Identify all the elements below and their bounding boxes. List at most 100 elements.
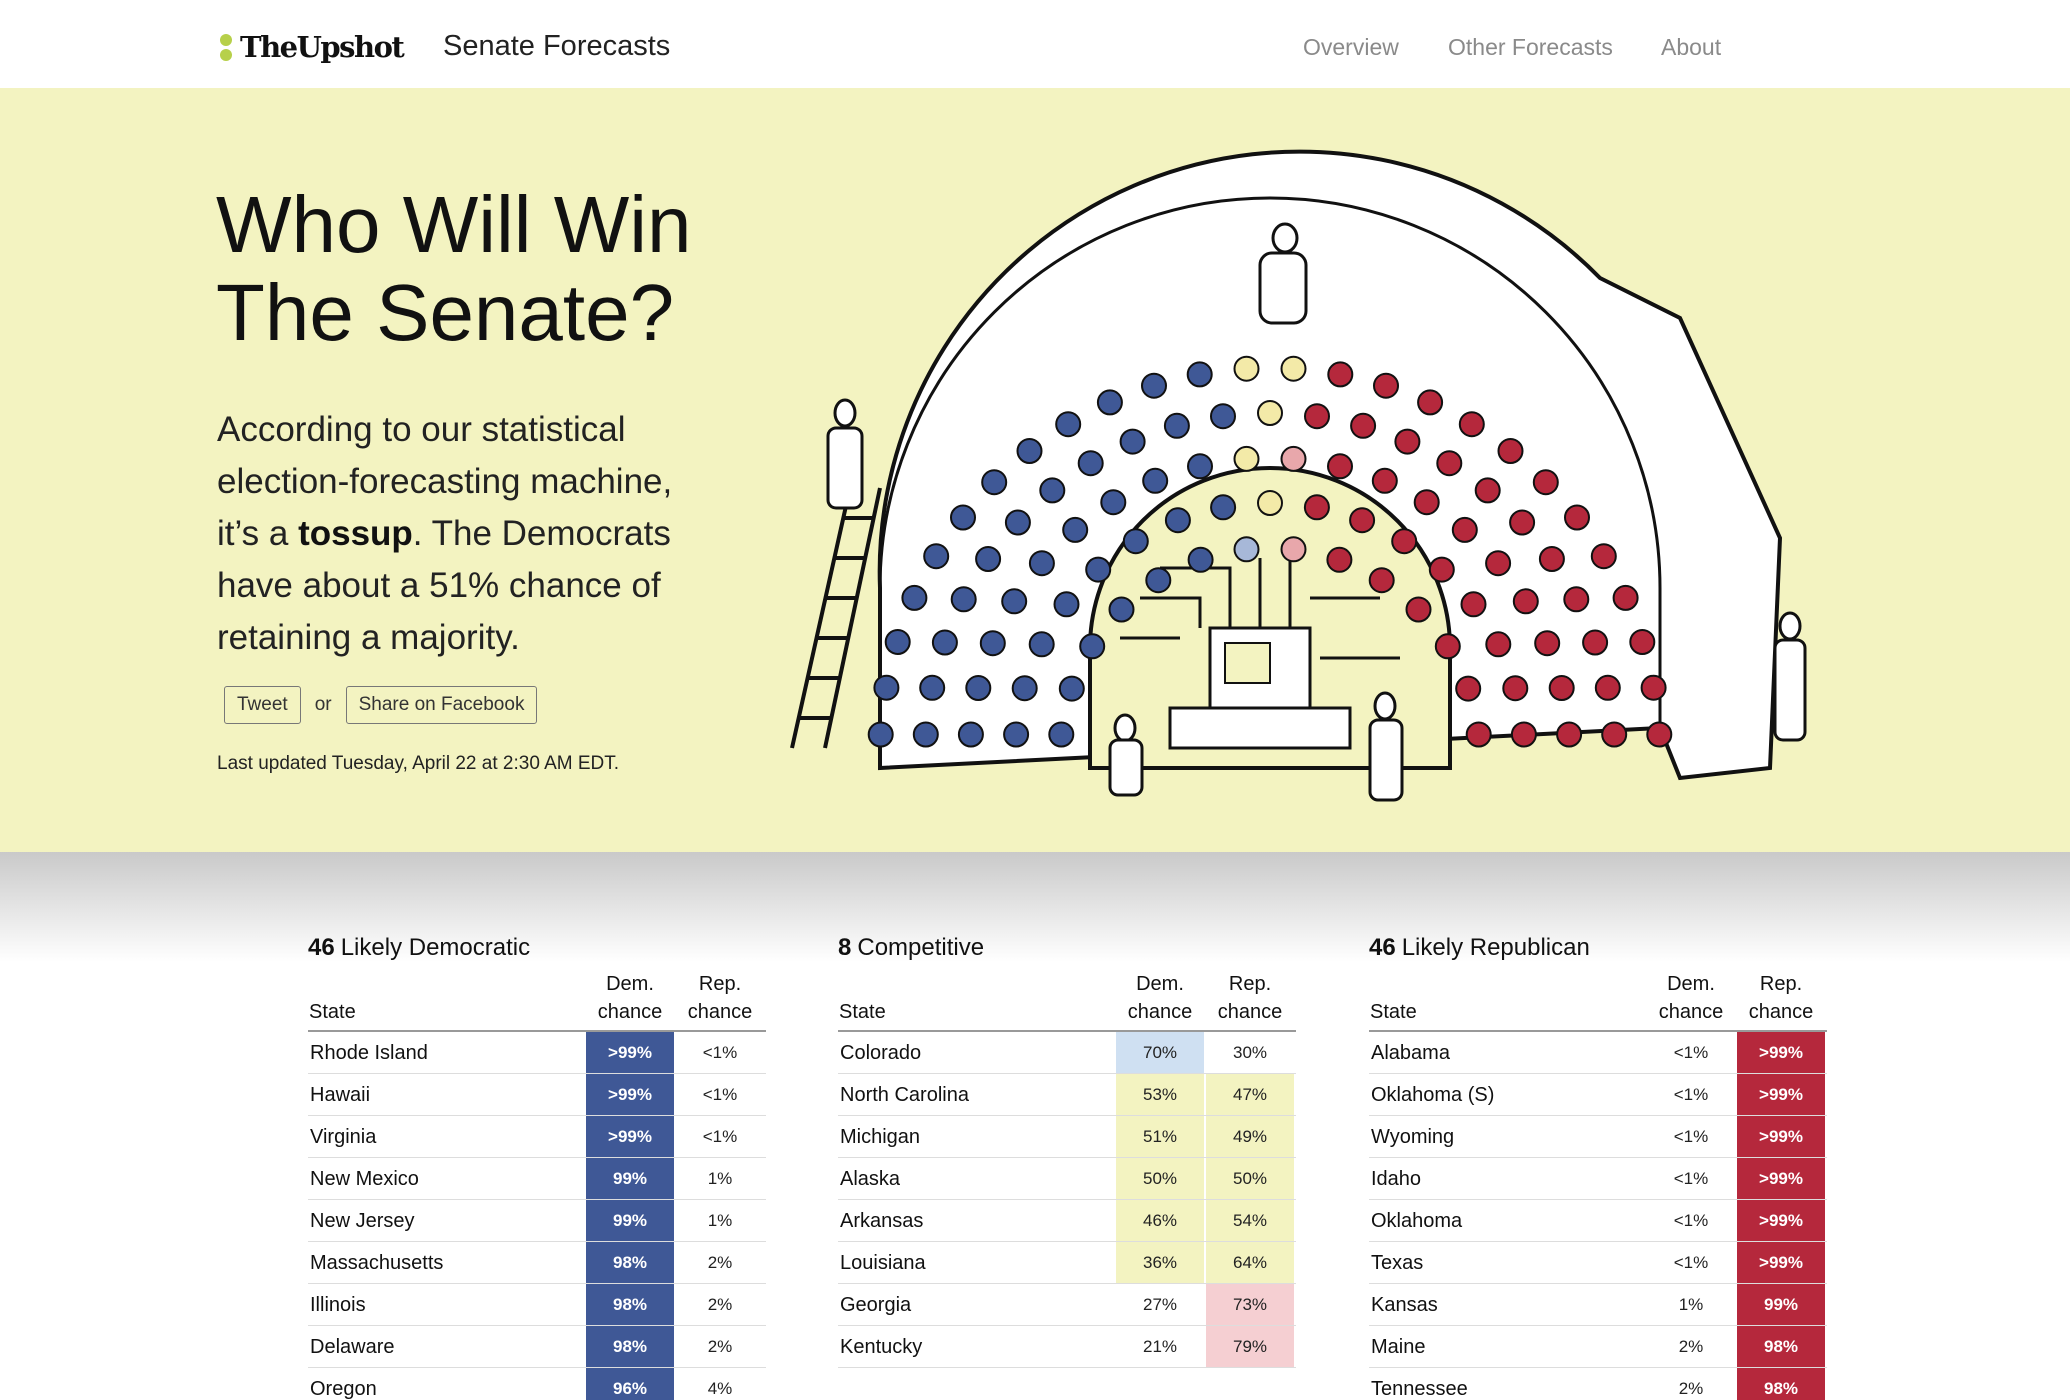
seat-dot: [1548, 675, 1575, 701]
seat-dot: [1534, 630, 1561, 657]
state-name[interactable]: Oklahoma: [1371, 1210, 1462, 1233]
table-row[interactable]: Kentucky 21% 79%: [838, 1326, 1296, 1368]
table-row[interactable]: Oregon 96% 4%: [308, 1368, 766, 1400]
state-name[interactable]: Oregon: [310, 1378, 377, 1400]
nav-about[interactable]: About: [1661, 34, 1721, 61]
state-name[interactable]: New Jersey: [310, 1210, 414, 1233]
table-row[interactable]: Maine 2% 98%: [1369, 1326, 1827, 1368]
table-row[interactable]: Michigan 51% 49%: [838, 1116, 1296, 1158]
nav-overview[interactable]: Overview: [1303, 34, 1399, 61]
seat-dot: [1326, 546, 1353, 573]
state-name[interactable]: Tennessee: [1371, 1378, 1468, 1400]
state-name[interactable]: Michigan: [840, 1126, 920, 1149]
seat-dot: [919, 674, 946, 701]
state-name[interactable]: Louisiana: [840, 1252, 926, 1275]
rep-chance-cell: >99%: [1737, 1074, 1825, 1115]
state-name[interactable]: Alabama: [1371, 1042, 1450, 1065]
seat-dot: [1436, 450, 1463, 477]
rep-chance-cell: 64%: [1206, 1242, 1294, 1283]
state-name[interactable]: Colorado: [840, 1042, 921, 1065]
hero-banner: Who Will Win The Senate? According to ou…: [0, 88, 2070, 852]
table-row[interactable]: Arkansas 46% 54%: [838, 1200, 1296, 1242]
dem-chance-cell: 46%: [1116, 1200, 1204, 1241]
seat-dot: [912, 721, 939, 748]
state-name[interactable]: Wyoming: [1371, 1126, 1454, 1149]
seat-dot: [1590, 543, 1617, 570]
state-name[interactable]: Alaska: [840, 1168, 900, 1191]
rep-chance-cell: 1%: [707, 1169, 733, 1188]
seat-dot: [1142, 467, 1169, 494]
table-row[interactable]: North Carolina 53% 47%: [838, 1074, 1296, 1116]
state-name[interactable]: Delaware: [310, 1336, 394, 1359]
seat-dot: [1510, 721, 1537, 748]
seat-dot: [1465, 721, 1492, 748]
seat-dot: [873, 674, 900, 701]
competitive-table: 8 Competitive State Dem. chance Rep. chance Col…: [838, 934, 1296, 1368]
table-row[interactable]: Alabama <1% >99%: [1369, 1032, 1827, 1074]
state-name[interactable]: Hawaii: [310, 1084, 370, 1107]
rep-chance-cell: 98%: [1737, 1326, 1825, 1367]
state-name[interactable]: Oklahoma (S): [1371, 1084, 1494, 1107]
table-row[interactable]: Delaware 98% 2%: [308, 1326, 766, 1368]
seat-dot: [1349, 507, 1376, 534]
rep-chance-cell: >99%: [1737, 1200, 1825, 1241]
table-row[interactable]: Louisiana 36% 64%: [838, 1242, 1296, 1284]
facebook-share-button[interactable]: Share on Facebook: [345, 686, 538, 724]
seat-dot: [1417, 389, 1444, 416]
dem-chance-cell: 98%: [586, 1242, 674, 1283]
table-row[interactable]: Oklahoma <1% >99%: [1369, 1200, 1827, 1242]
state-name[interactable]: Massachusetts: [310, 1252, 443, 1275]
seat-dot: [1233, 536, 1260, 563]
rep-chance-cell: <1%: [702, 1127, 738, 1146]
seat-dot: [1391, 528, 1418, 555]
table-row[interactable]: Massachusetts 98% 2%: [308, 1242, 766, 1284]
seat-dot: [979, 630, 1006, 657]
table-row[interactable]: Wyoming <1% >99%: [1369, 1116, 1827, 1158]
header-rep-chance: Rep. chance: [1217, 973, 1283, 1023]
tweet-button[interactable]: Tweet: [224, 686, 301, 724]
seat-dot: [1538, 546, 1565, 572]
table-row[interactable]: Illinois 98% 2%: [308, 1284, 766, 1326]
seat-dot: [1371, 467, 1398, 494]
state-name[interactable]: Arkansas: [840, 1210, 923, 1233]
upshot-logo[interactable]: TheUpshot: [220, 30, 405, 64]
state-name[interactable]: Texas: [1371, 1252, 1423, 1275]
seat-dot: [1497, 438, 1524, 464]
dem-chance-cell: 27%: [1142, 1295, 1178, 1314]
nav-other-forecasts[interactable]: Other Forecasts: [1448, 34, 1613, 61]
state-name[interactable]: Kansas: [1371, 1294, 1438, 1317]
state-name[interactable]: Idaho: [1371, 1168, 1421, 1191]
table-row[interactable]: Georgia 27% 73%: [838, 1284, 1296, 1326]
table-row[interactable]: Alaska 50% 50%: [838, 1158, 1296, 1200]
table-row[interactable]: Tennessee 2% 98%: [1369, 1368, 1827, 1400]
table-row[interactable]: Virginia >99% <1%: [308, 1116, 766, 1158]
state-name[interactable]: Kentucky: [840, 1336, 922, 1359]
state-name[interactable]: North Carolina: [840, 1084, 969, 1107]
dem-chance-cell: <1%: [1673, 1253, 1709, 1272]
seat-dot: [1004, 509, 1031, 536]
table-row[interactable]: Colorado 70% 30%: [838, 1032, 1296, 1074]
dem-chance-cell: <1%: [1673, 1211, 1709, 1230]
state-name[interactable]: New Mexico: [310, 1168, 419, 1191]
state-name[interactable]: Georgia: [840, 1294, 911, 1317]
state-name[interactable]: Rhode Island: [310, 1042, 428, 1065]
section-title[interactable]: Senate Forecasts: [443, 30, 670, 63]
state-name[interactable]: Maine: [1371, 1336, 1425, 1359]
table-row[interactable]: New Jersey 99% 1%: [308, 1200, 766, 1242]
table-row[interactable]: Rhode Island >99% <1%: [308, 1032, 766, 1074]
rep-chance-cell: 47%: [1206, 1074, 1294, 1115]
seat-dot: [1028, 550, 1055, 577]
state-name[interactable]: Virginia: [310, 1126, 376, 1149]
header-state: State: [839, 1001, 886, 1023]
dem-chance-cell: 98%: [586, 1326, 674, 1367]
state-name[interactable]: Illinois: [310, 1294, 366, 1317]
table-row[interactable]: Idaho <1% >99%: [1369, 1158, 1827, 1200]
table-row[interactable]: Oklahoma (S) <1% >99%: [1369, 1074, 1827, 1116]
ladder-icon: [790, 487, 882, 749]
header-dem-chance: Dem. chance: [1127, 973, 1193, 1023]
table-title: 46 Likely Republican: [1369, 934, 1827, 970]
table-row[interactable]: Kansas 1% 99%: [1369, 1284, 1827, 1326]
table-row[interactable]: New Mexico 99% 1%: [308, 1158, 766, 1200]
table-row[interactable]: Hawaii >99% <1%: [308, 1074, 766, 1116]
table-row[interactable]: Texas <1% >99%: [1369, 1242, 1827, 1284]
